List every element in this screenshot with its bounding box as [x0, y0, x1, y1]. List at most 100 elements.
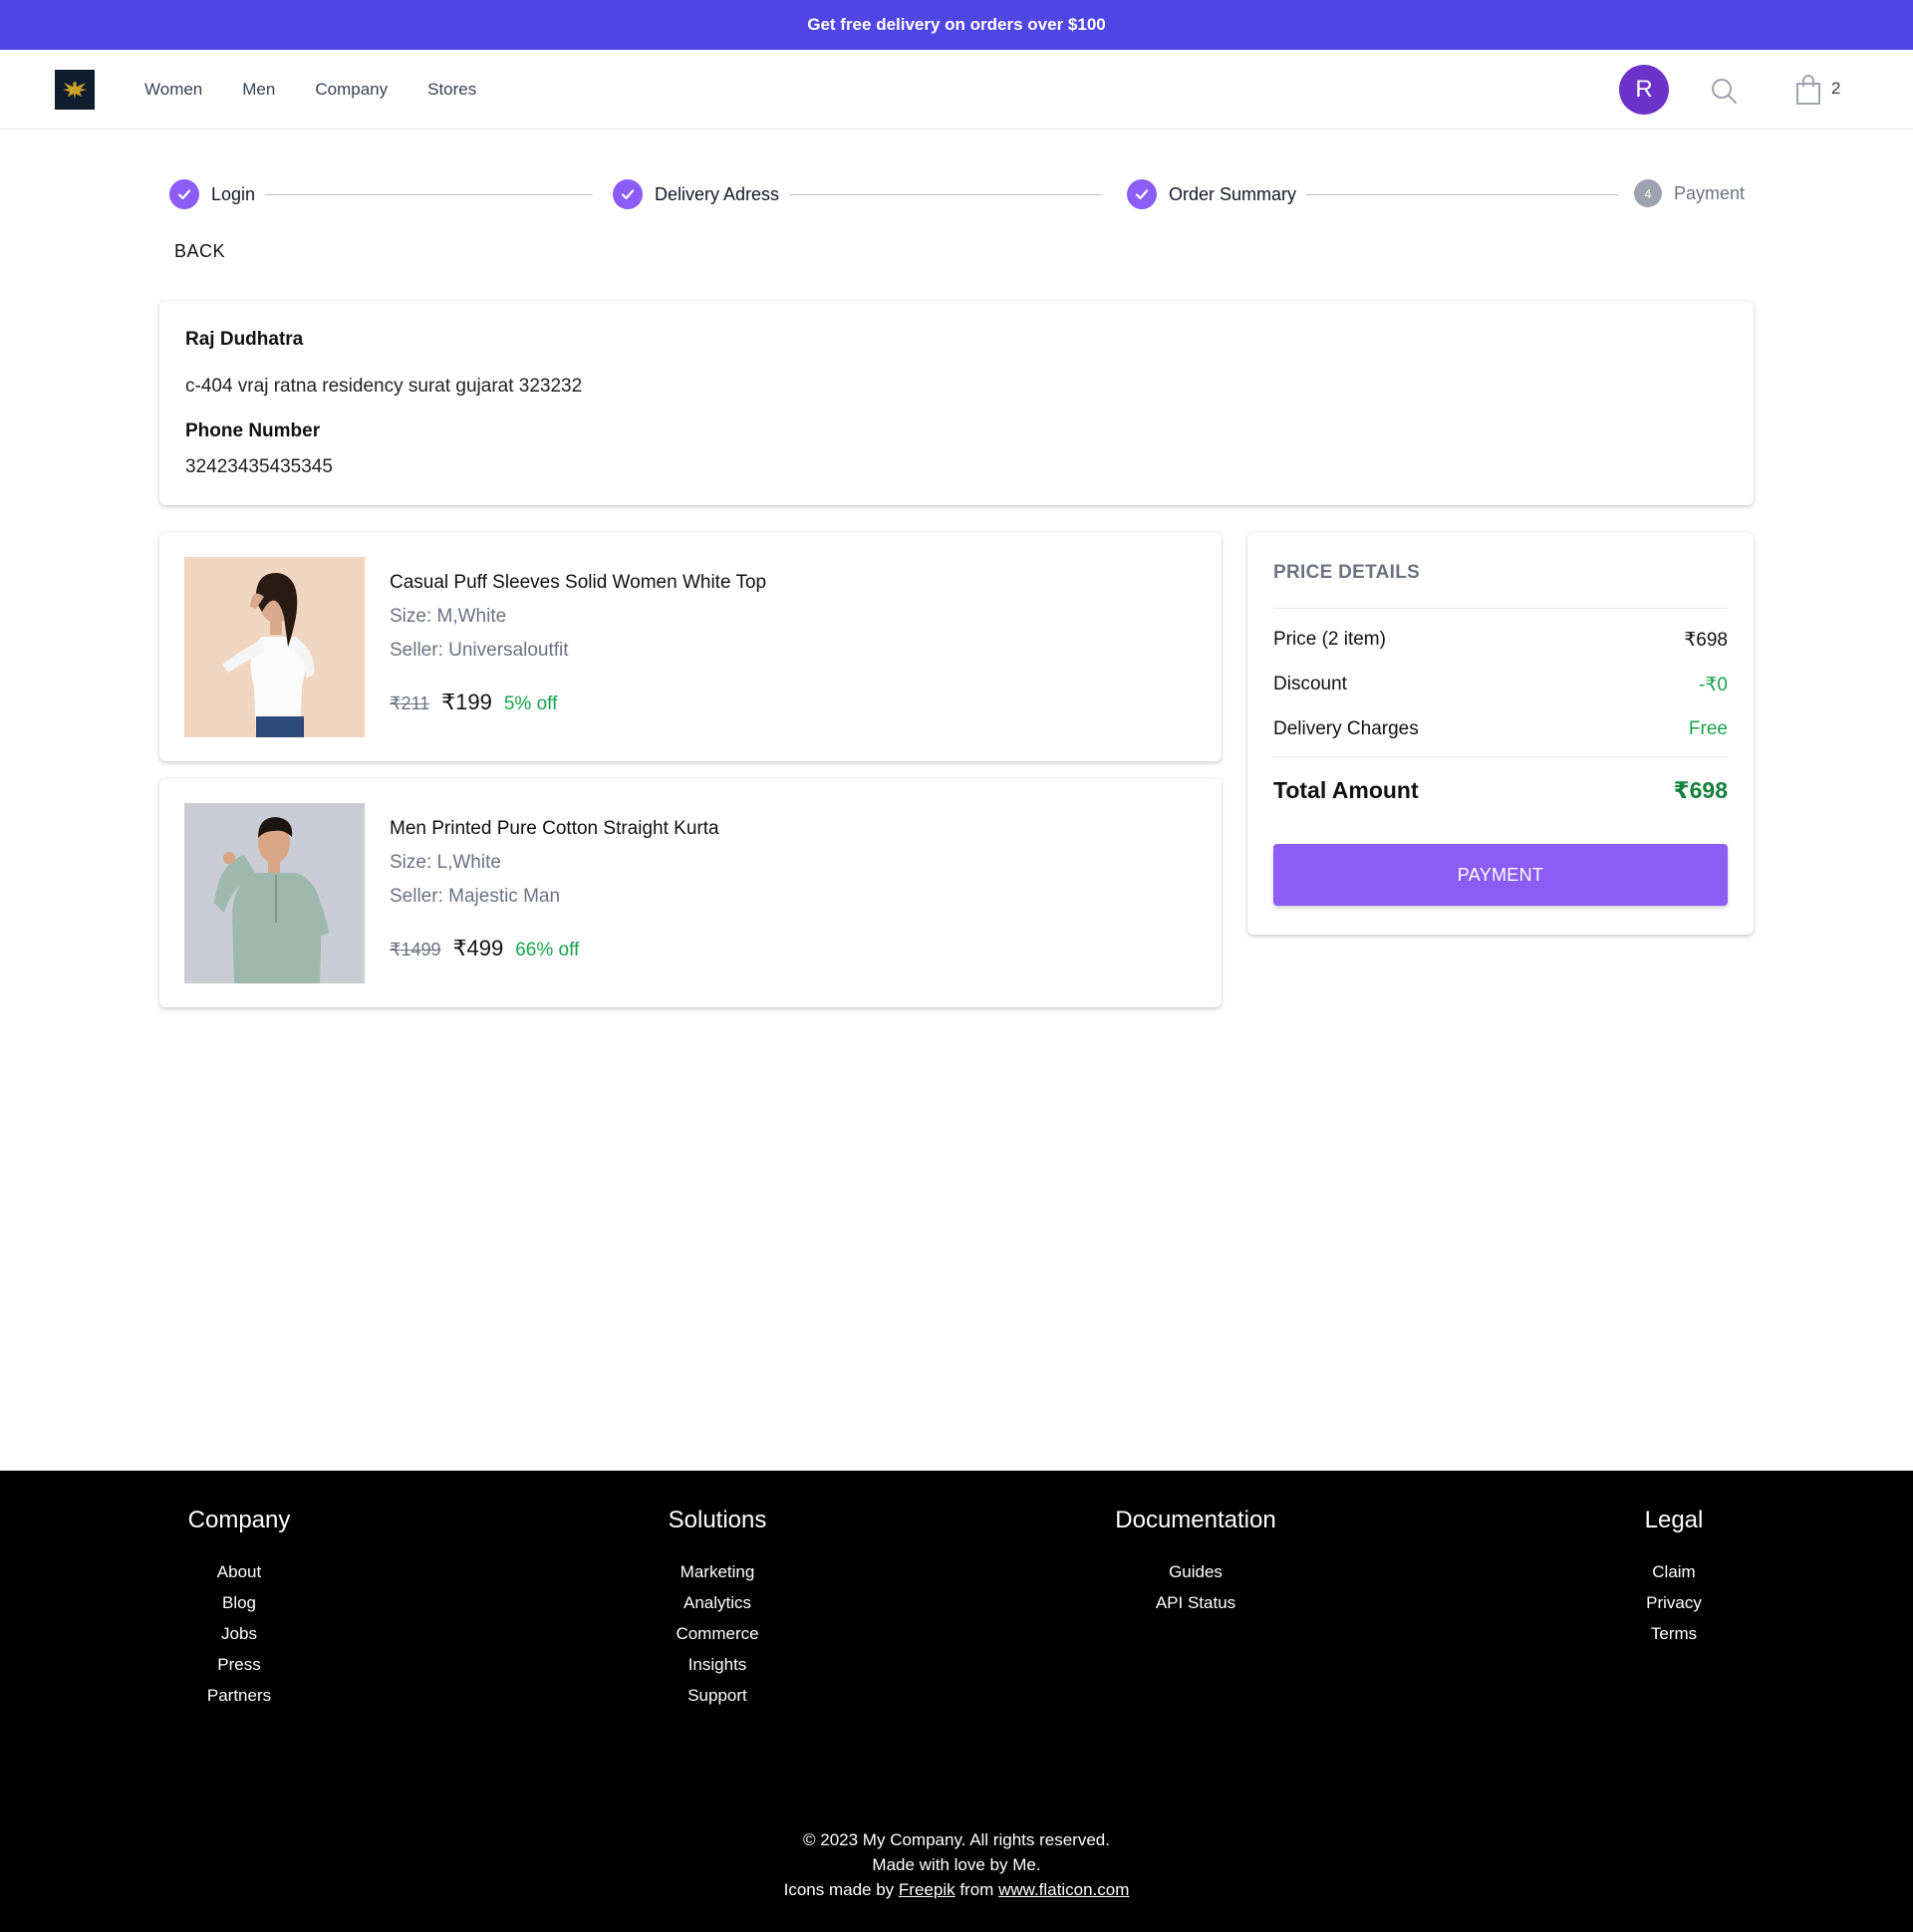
item-price-row: ₹1499 ₹499 66% off — [390, 936, 719, 962]
step-delivery-address: Delivery Adress — [603, 179, 790, 209]
item-size: Size: M,White — [390, 606, 507, 627]
step-label: Delivery Adress — [655, 183, 780, 204]
footer-link[interactable]: Press — [110, 1655, 369, 1675]
check-icon — [613, 179, 643, 209]
promo-banner: Get free delivery on orders over $100 — [0, 0, 1913, 50]
footer-column-company: Company About Blog Jobs Press Partners — [110, 1507, 369, 1717]
footer-link[interactable]: Support — [588, 1686, 847, 1706]
step-number: 4 — [1634, 179, 1662, 207]
divider — [1273, 756, 1728, 757]
product-image — [184, 803, 365, 983]
discount-value: -₹0 — [1699, 675, 1728, 695]
footer-column-legal: Legal Claim Privacy Terms — [1544, 1507, 1803, 1655]
discount-percent: 66% off — [515, 940, 580, 961]
price-label: Price (2 item) — [1273, 629, 1386, 650]
total-label: Total Amount — [1273, 777, 1419, 803]
nav-women[interactable]: Women — [144, 80, 202, 100]
phone-label: Phone Number — [185, 420, 321, 441]
footer-link[interactable]: Jobs — [110, 1624, 369, 1644]
footer-column-documentation: Documentation Guides API Status — [1066, 1507, 1325, 1624]
current-price: ₹499 — [452, 936, 504, 961]
total-row: Total Amount ₹698 — [1273, 777, 1728, 804]
address-name: Raj Dudhatra — [185, 329, 304, 350]
flaticon-link[interactable]: www.flaticon.com — [998, 1880, 1129, 1899]
check-icon — [1127, 179, 1157, 209]
divider — [1273, 608, 1728, 609]
footer-link[interactable]: Insights — [588, 1655, 847, 1675]
item-details: Men Printed Pure Cotton Straight Kurta S… — [390, 803, 719, 982]
step-order-summary: Order Summary — [1117, 179, 1307, 209]
copyright: © 2023 My Company. All rights reserved. — [803, 1830, 1110, 1849]
nav-men[interactable]: Men — [242, 80, 275, 100]
cart-count: 2 — [1831, 79, 1841, 98]
footer-link[interactable]: Claim — [1544, 1562, 1803, 1582]
delivery-address-card: Raj Dudhatra c-404 vraj ratna residency … — [159, 301, 1754, 505]
delivery-value: Free — [1688, 718, 1728, 739]
footer-link[interactable]: Commerce — [588, 1624, 847, 1644]
item-seller: Seller: Universaloutfit — [390, 640, 569, 661]
item-seller: Seller: Majestic Man — [390, 886, 561, 907]
address-line: c-404 vraj ratna residency surat gujarat… — [185, 376, 583, 397]
main-nav: Women Men Company Stores — [144, 50, 476, 130]
step-label: Payment — [1674, 182, 1746, 203]
step-label: Order Summary — [1169, 183, 1297, 204]
discount-label: Discount — [1273, 674, 1347, 694]
price-details-heading: PRICE DETAILS — [1273, 562, 1421, 583]
user-avatar[interactable]: R — [1619, 65, 1669, 115]
total-value: ₹698 — [1673, 777, 1728, 803]
footer-column-title: Documentation — [1115, 1507, 1276, 1533]
delivery-row: Delivery Charges Free — [1273, 718, 1728, 740]
freepik-link[interactable]: Freepik — [899, 1880, 956, 1899]
footer-link[interactable]: Terms — [1544, 1624, 1803, 1644]
footer-link[interactable]: API Status — [1066, 1593, 1325, 1613]
payment-button[interactable]: PAYMENT — [1273, 844, 1728, 906]
footer-link[interactable]: Partners — [110, 1686, 369, 1706]
footer-link[interactable]: Privacy — [1544, 1593, 1803, 1613]
footer-link[interactable]: Guides — [1066, 1562, 1325, 1582]
promo-text: Get free delivery on orders over $100 — [807, 15, 1106, 34]
product-image — [184, 557, 365, 737]
brand-logo[interactable] — [55, 70, 95, 110]
item-size: Size: L,White — [390, 852, 501, 873]
site-footer: Company About Blog Jobs Press Partners S… — [0, 1471, 1913, 1932]
shopping-bag-icon[interactable] — [1793, 74, 1823, 106]
step-connector — [264, 194, 593, 195]
step-connector — [1285, 194, 1619, 195]
footer-link[interactable]: Analytics — [588, 1593, 847, 1613]
site-header: Women Men Company Stores R 2 — [0, 50, 1913, 130]
footer-column-title: Legal — [1644, 1507, 1704, 1533]
price-row: Price (2 item) ₹698 — [1273, 629, 1728, 652]
price-details-card: PRICE DETAILS Price (2 item) ₹698 Discou… — [1247, 532, 1754, 935]
order-item: Men Printed Pure Cotton Straight Kurta S… — [159, 778, 1222, 1007]
step-label: Login — [211, 183, 256, 204]
phone-number: 32423435435345 — [185, 456, 333, 477]
price-value: ₹698 — [1684, 630, 1728, 651]
step-payment: 4 Payment — [1624, 179, 1756, 207]
item-title[interactable]: Men Printed Pure Cotton Straight Kurta — [390, 818, 719, 840]
footer-link[interactable]: Marketing — [588, 1562, 847, 1582]
order-item: Casual Puff Sleeves Solid Women White To… — [159, 532, 1222, 761]
back-button[interactable]: BACK — [174, 241, 225, 262]
step-connector — [767, 194, 1101, 195]
search-icon[interactable] — [1709, 76, 1739, 106]
credits-prefix: Icons made by — [783, 1880, 895, 1899]
check-icon — [169, 179, 199, 209]
made-with: Made with love by Me. — [872, 1855, 1041, 1874]
item-title[interactable]: Casual Puff Sleeves Solid Women White To… — [390, 572, 766, 594]
item-price-row: ₹211 ₹199 5% off — [390, 690, 766, 715]
nav-company[interactable]: Company — [315, 80, 388, 100]
footer-bottom: © 2023 My Company. All rights reserved. … — [0, 1827, 1913, 1902]
footer-link[interactable]: About — [110, 1562, 369, 1582]
footer-column-title: Solutions — [668, 1507, 767, 1533]
step-login: Login — [169, 179, 266, 209]
checkout-stepper: Login Delivery Adress Order Summary 4 Pa… — [169, 179, 1756, 211]
item-details: Casual Puff Sleeves Solid Women White To… — [390, 557, 766, 736]
footer-column-solutions: Solutions Marketing Analytics Commerce I… — [588, 1507, 847, 1717]
discount-percent: 5% off — [503, 693, 558, 714]
nav-stores[interactable]: Stores — [427, 80, 476, 100]
footer-link[interactable]: Blog — [110, 1593, 369, 1613]
original-price: ₹211 — [390, 693, 430, 713]
eagle-logo-icon — [63, 81, 87, 100]
original-price: ₹1499 — [390, 940, 441, 960]
credits-from: from — [959, 1880, 994, 1899]
